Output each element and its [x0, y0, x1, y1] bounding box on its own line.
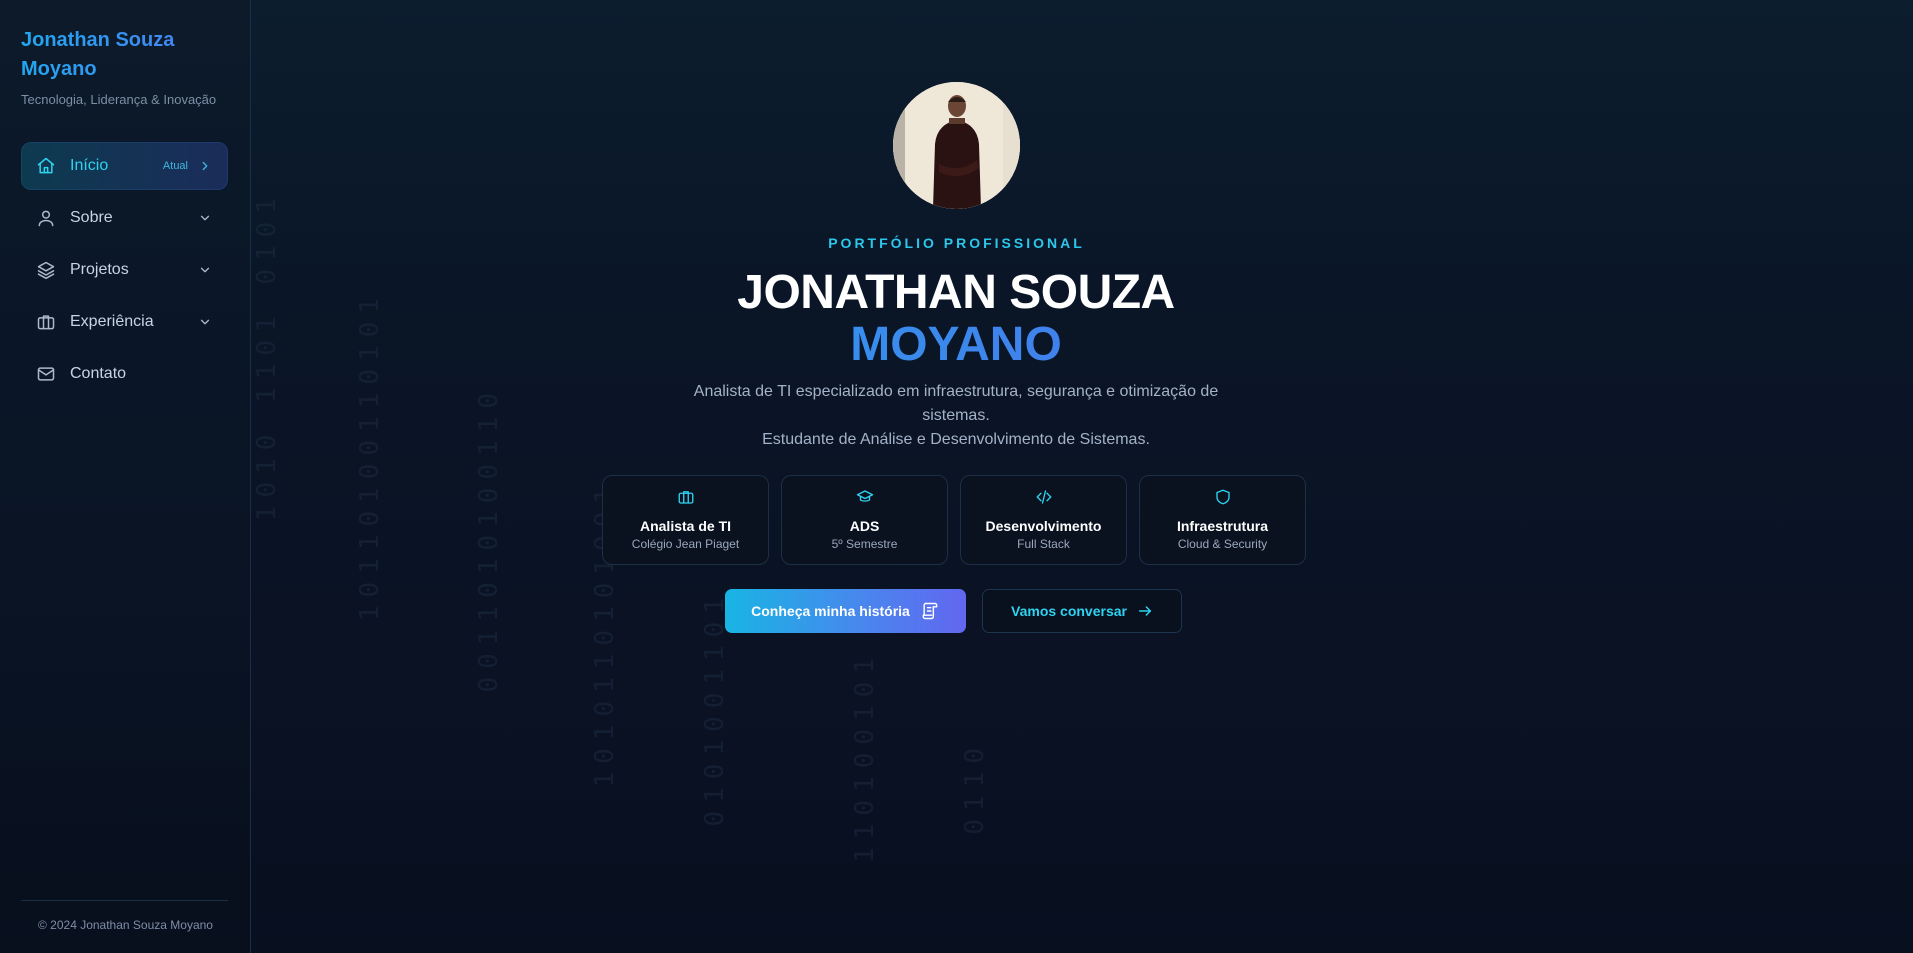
card-title: Infraestrutura — [1176, 518, 1269, 534]
brand-title[interactable]: Jonathan Souza Moyano — [21, 26, 231, 84]
copyright-text: © 2024 Jonathan Souza Moyano — [38, 918, 213, 932]
hero-name-first: JONATHAN SOUZA — [737, 266, 1175, 319]
card-subtitle: Cloud & Security — [1177, 537, 1268, 551]
scroll-icon — [920, 601, 940, 621]
card-subtitle: Colégio Jean Piaget — [631, 537, 740, 551]
hero-name-last: MOYANO — [606, 318, 1306, 372]
hero-description-line: Analista de TI especializado em infraest… — [693, 383, 1219, 424]
hero-eyebrow: PORTFÓLIO PROFISSIONAL — [828, 235, 1085, 251]
sidebar: Jonathan Souza Moyano Tecnologia, Lidera… — [0, 0, 251, 953]
my-story-button[interactable]: Conheça minha história — [725, 589, 966, 633]
code-icon — [961, 488, 1126, 510]
contact-button-label: Vamos conversar — [1011, 603, 1127, 619]
highlight-card: Infraestrutura Cloud & Security — [1139, 475, 1306, 565]
sidebar-item-contato[interactable]: Contato — [21, 350, 228, 398]
chevron-down-icon — [198, 315, 212, 329]
hero-description-line: Estudante de Análise e Desenvolvimento d… — [762, 431, 1150, 448]
chevron-right-icon — [198, 159, 212, 173]
card-subtitle: 5º Semestre — [831, 537, 898, 551]
sidebar-item-label: Experiência — [70, 313, 154, 330]
app-window: 1010 1101 0101 10110100110101 0011010100… — [0, 0, 1913, 953]
current-page-badge: Atual — [162, 160, 188, 172]
sidebar-item-experiencia[interactable]: Experiência — [21, 298, 228, 346]
sidebar-item-label: Projetos — [70, 261, 129, 278]
layers-icon — [36, 260, 56, 280]
sidebar-item-inicio[interactable]: Início Atual — [21, 142, 228, 190]
sidebar-item-label: Sobre — [70, 209, 113, 226]
hero-description: Analista de TI especializado em infraest… — [681, 380, 1231, 452]
brand-subtitle: Tecnologia, Liderança & Inovação — [21, 92, 217, 107]
graduation-cap-icon — [782, 488, 947, 510]
profile-avatar — [893, 82, 1020, 209]
sidebar-item-projetos[interactable]: Projetos — [21, 246, 228, 294]
binary-decoration: 0110 — [960, 740, 990, 835]
briefcase-icon — [603, 488, 768, 510]
binary-decoration: 110100101 — [850, 650, 880, 863]
my-story-button-label: Conheça minha história — [751, 603, 910, 619]
binary-decoration: 10110100110101 — [355, 290, 385, 622]
user-icon — [36, 208, 56, 228]
card-title: ADS — [849, 518, 880, 534]
card-title: Desenvolvimento — [985, 518, 1102, 534]
chevron-down-icon — [198, 211, 212, 225]
sidebar-divider — [21, 900, 228, 901]
sidebar-item-label: Contato — [70, 365, 127, 382]
highlight-card: Desenvolvimento Full Stack — [960, 475, 1127, 565]
card-title: Analista de TI — [639, 518, 732, 534]
mail-icon — [36, 364, 56, 384]
highlight-card: ADS 5º Semestre — [781, 475, 948, 565]
briefcase-icon — [36, 312, 56, 332]
chevron-down-icon — [198, 263, 212, 277]
sidebar-item-label: Início — [70, 157, 109, 174]
binary-decoration: 0011010100110 — [474, 385, 504, 693]
card-subtitle: Full Stack — [1017, 537, 1070, 551]
home-icon — [36, 156, 56, 176]
sidebar-nav: Início Atual Sobre Projetos Experiência … — [21, 142, 228, 402]
contact-button[interactable]: Vamos conversar — [982, 589, 1182, 633]
highlight-card: Analista de TI Colégio Jean Piaget — [602, 475, 769, 565]
shield-icon — [1140, 488, 1305, 510]
arrow-right-icon — [1137, 603, 1153, 619]
highlight-cards: Analista de TI Colégio Jean Piaget ADS 5… — [602, 475, 1306, 565]
